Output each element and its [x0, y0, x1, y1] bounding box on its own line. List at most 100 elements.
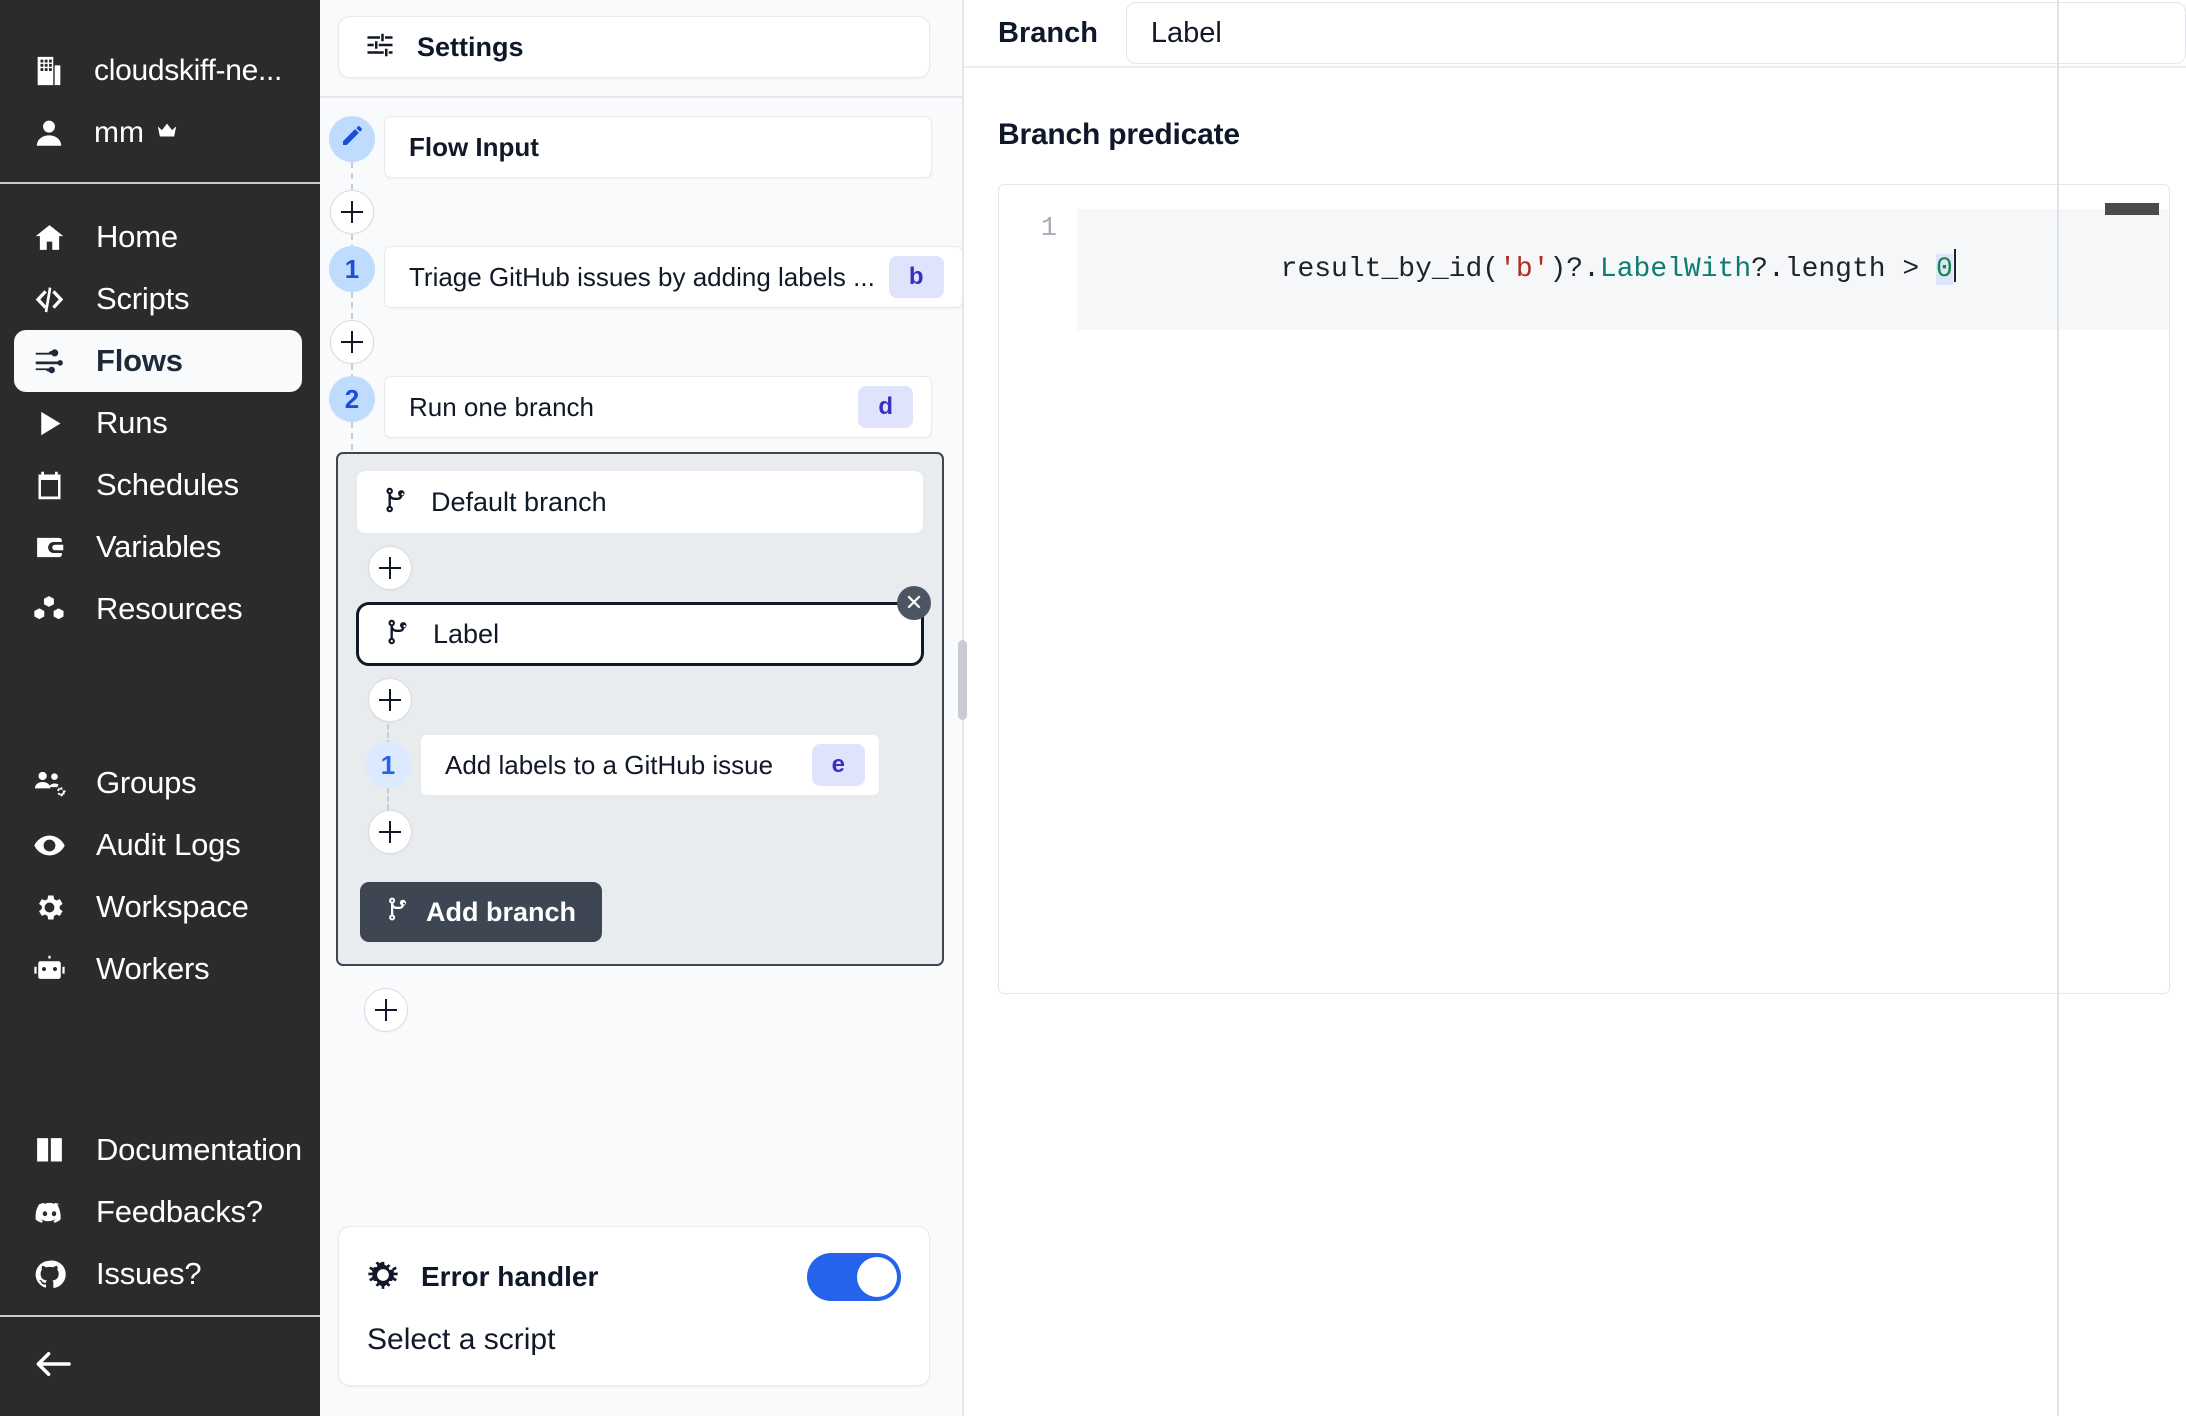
book-icon — [30, 1134, 68, 1167]
flow-input-node[interactable]: Flow Input — [384, 116, 932, 178]
sidebar-divider-bottom — [0, 1315, 320, 1317]
branch-inner-step-node[interactable]: Add labels to a GitHub issue e — [420, 734, 880, 796]
step-number-badge: 2 — [329, 376, 375, 422]
add-step-button[interactable] — [364, 988, 408, 1032]
add-branch-button[interactable]: Add branch — [360, 882, 603, 942]
toggle-knob — [857, 1257, 897, 1297]
calendar-icon — [30, 469, 68, 502]
sidebar-item-label: Groups — [96, 765, 197, 800]
boxes-icon — [30, 593, 68, 626]
wallet-icon — [30, 531, 68, 564]
branch-predicate-section: Branch predicate 1 result_by_id('b')?.La… — [964, 68, 2186, 994]
close-icon[interactable]: ✕ — [897, 586, 931, 620]
sidebar-main-nav: Home Scripts Flows Runs Schedules Variab… — [0, 184, 320, 1000]
add-branch-label: Add branch — [426, 896, 577, 927]
sidebar-item-feedbacks[interactable]: Feedbacks? — [14, 1181, 302, 1243]
settings-section: Settings — [320, 0, 962, 96]
flow-input-row: Flow Input — [320, 116, 962, 212]
error-handler-script-select[interactable]: Select a script — [367, 1323, 901, 1357]
sidebar-item-schedules[interactable]: Schedules — [14, 454, 302, 516]
sidebar-item-label: Audit Logs — [96, 827, 241, 862]
sidebar-item-resources[interactable]: Resources — [14, 578, 302, 640]
sidebar-item-runs[interactable]: Runs — [14, 392, 302, 454]
step-label: Add labels to a GitHub issue — [445, 749, 774, 780]
sliders-icon — [365, 30, 395, 65]
text-cursor — [1953, 249, 1957, 282]
flow-settings-button[interactable]: Settings — [338, 16, 930, 78]
app-root: cloudskiff-ne... mm Home Scripts Flows R… — [0, 0, 2186, 1416]
branch-name-input[interactable] — [1125, 2, 2186, 64]
user-menu[interactable]: mm — [0, 102, 320, 164]
step-id-badge: b — [888, 256, 944, 298]
sidebar-item-label: Documentation — [96, 1132, 302, 1167]
add-step-in-branch-row-2 — [338, 796, 942, 866]
flow-input-label: Flow Input — [409, 131, 539, 162]
sidebar-item-label: Runs — [96, 405, 168, 440]
error-handler-toggle[interactable] — [807, 1253, 901, 1301]
editor-minimap[interactable] — [2105, 203, 2159, 215]
sidebar-item-label: Home — [96, 219, 178, 254]
arrow-left-icon — [34, 1352, 72, 1383]
predicate-code-editor[interactable]: 1 result_by_id('b')?.LabelWith?.length >… — [998, 184, 2170, 994]
code-token: 0 — [1936, 254, 1953, 285]
sidebar-item-label: Workers — [96, 951, 210, 986]
line-number: 1 — [1040, 214, 1057, 244]
sidebar-item-workspace[interactable]: Workspace — [14, 876, 302, 938]
sidebar: cloudskiff-ne... mm Home Scripts Flows R… — [0, 0, 320, 1416]
flow-canvas: Flow Input 1 Triage GitHub issues by add — [320, 98, 962, 1226]
add-step-row-1 — [320, 190, 962, 282]
error-handler-card[interactable]: Error handler Select a script — [338, 1226, 930, 1386]
panel-resize-handle[interactable] — [958, 640, 967, 720]
flow-editor-panel: Settings Flow Input 1 Triage GitHub issu… — [320, 0, 967, 1416]
code-token: )?. — [1549, 254, 1600, 285]
workspace-selector[interactable]: cloudskiff-ne... — [0, 40, 320, 102]
collapse-sidebar-button[interactable] — [0, 1317, 320, 1416]
code-content[interactable]: result_by_id('b')?.LabelWith?.length > 0 — [1077, 209, 2169, 330]
user-icon — [30, 114, 68, 152]
branches-container: Default branch Label ✕ 1 Add labels to a… — [336, 452, 944, 966]
sidebar-item-issues[interactable]: Issues? — [14, 1243, 302, 1305]
branch-node-label[interactable]: Label ✕ — [356, 586, 931, 666]
flow-step-node[interactable]: Triage GitHub issues by adding labels ..… — [384, 246, 962, 308]
workspace-name: cloudskiff-ne... — [94, 54, 283, 87]
sidebar-item-label: Feedbacks? — [96, 1194, 263, 1229]
sidebar-item-audit-logs[interactable]: Audit Logs — [14, 814, 302, 876]
add-branch-inline-button[interactable] — [368, 546, 412, 590]
branch-node-default[interactable]: Default branch — [356, 470, 924, 534]
step-number-badge: 1 — [365, 742, 411, 788]
sidebar-item-label: Workspace — [96, 889, 249, 924]
sidebar-item-label: Scripts — [96, 281, 190, 316]
sidebar-item-workers[interactable]: Workers — [14, 938, 302, 1000]
github-icon — [30, 1258, 68, 1291]
step-row-2: 2 Run one branch d — [320, 376, 962, 450]
sidebar-item-label: Flows — [96, 343, 183, 378]
git-branch-icon — [385, 617, 411, 652]
sidebar-footer-nav: Documentation Feedbacks? Issues? — [0, 1119, 320, 1416]
add-step-button[interactable] — [330, 320, 374, 364]
step-id-badge: e — [811, 744, 865, 786]
step-label: Triage GitHub issues by adding labels ..… — [409, 261, 875, 292]
add-step-button[interactable] — [330, 190, 374, 234]
git-branch-icon — [383, 485, 409, 520]
step-row-1: 1 Triage GitHub issues by adding labels … — [320, 246, 962, 340]
sidebar-item-flows[interactable]: Flows — [14, 330, 302, 392]
sidebar-item-documentation[interactable]: Documentation — [14, 1119, 302, 1181]
add-step-button[interactable] — [368, 678, 412, 722]
sidebar-item-variables[interactable]: Variables — [14, 516, 302, 578]
sidebar-item-home[interactable]: Home — [14, 206, 302, 268]
flow-step-node[interactable]: Run one branch d — [384, 376, 932, 438]
rail — [320, 190, 384, 282]
git-branch-icon — [386, 895, 410, 930]
crown-icon — [156, 116, 178, 150]
code-token: 'b' — [1499, 254, 1550, 285]
add-step-button[interactable] — [368, 810, 412, 854]
play-icon — [30, 407, 68, 440]
sidebar-item-label: Resources — [96, 591, 243, 626]
sidebar-item-groups[interactable]: Groups — [14, 752, 302, 814]
flow-input-bullet[interactable] — [329, 116, 375, 162]
step-id-badge: d — [858, 386, 913, 428]
sidebar-item-scripts[interactable]: Scripts — [14, 268, 302, 330]
branch-header-label: Branch — [998, 16, 1098, 49]
connector-line — [351, 422, 353, 450]
rail — [320, 320, 384, 412]
